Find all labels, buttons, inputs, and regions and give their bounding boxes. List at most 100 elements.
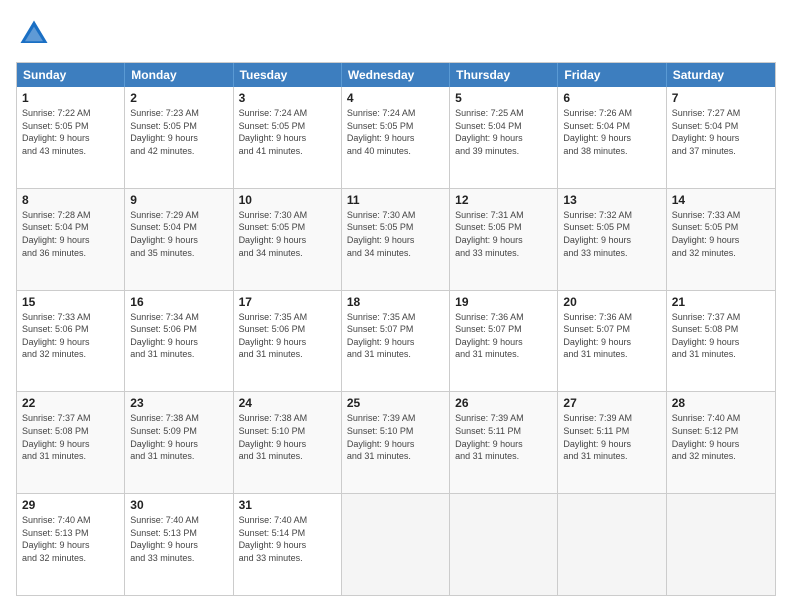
day-info: Sunrise: 7:35 AMSunset: 5:07 PMDaylight:… xyxy=(347,311,444,361)
day-cell-6: 6 Sunrise: 7:26 AMSunset: 5:04 PMDaylight… xyxy=(558,87,666,188)
day-cell-10: 10 Sunrise: 7:30 AMSunset: 5:05 PMDayligh… xyxy=(234,189,342,290)
day-cell-3: 3Sunrise: 7:24 AMSunset: 5:05 PMDaylight… xyxy=(234,87,342,188)
day-info: Sunrise: 7:35 AMSunset: 5:06 PMDaylight:… xyxy=(239,311,336,361)
day-number: 30 xyxy=(130,498,227,512)
day-info: Sunrise: 7:40 AMSunset: 5:14 PMDaylight:… xyxy=(239,514,336,564)
day-info: Sunrise: 7:38 AMSunset: 5:09 PMDaylight:… xyxy=(130,412,227,462)
day-info: Sunrise: 7:40 AMSunset: 5:13 PMDaylight:… xyxy=(22,514,119,564)
day-cell-8: 8Sunrise: 7:28 AMSunset: 5:04 PMDaylight… xyxy=(17,189,125,290)
day-info: Sunrise: 7:33 AMSunset: 5:06 PMDaylight:… xyxy=(22,311,119,361)
day-cell-19: 19 Sunrise: 7:36 AMSunset: 5:07 PMDayligh… xyxy=(450,291,558,392)
day-number: 13 xyxy=(563,193,660,207)
day-info: Sunrise: 7:30 AMSunset: 5:05 PMDaylight:… xyxy=(239,209,336,259)
day-number: 5 xyxy=(455,91,552,105)
day-cell-11: 11 Sunrise: 7:30 AMSunset: 5:05 PMDayligh… xyxy=(342,189,450,290)
logo-icon xyxy=(16,16,52,52)
empty-cell xyxy=(667,494,775,595)
day-cell-22: 22 Sunrise: 7:37 AMSunset: 5:08 PMDayligh… xyxy=(17,392,125,493)
calendar-row-2: 15 Sunrise: 7:33 AMSunset: 5:06 PMDayligh… xyxy=(17,290,775,392)
day-info: Sunrise: 7:36 AMSunset: 5:07 PMDaylight:… xyxy=(563,311,660,361)
day-info: Sunrise: 7:40 AMSunset: 5:13 PMDaylight:… xyxy=(130,514,227,564)
day-info: Sunrise: 7:23 AMSunset: 5:05 PMDaylight:… xyxy=(130,107,227,157)
day-number: 20 xyxy=(563,295,660,309)
day-number: 11 xyxy=(347,193,444,207)
day-number: 24 xyxy=(239,396,336,410)
day-info: Sunrise: 7:39 AMSunset: 5:11 PMDaylight:… xyxy=(563,412,660,462)
day-number: 9 xyxy=(130,193,227,207)
day-number: 8 xyxy=(22,193,119,207)
header-day-wednesday: Wednesday xyxy=(342,63,450,87)
day-number: 3 xyxy=(239,91,336,105)
day-cell-25: 25 Sunrise: 7:39 AMSunset: 5:10 PMDayligh… xyxy=(342,392,450,493)
day-number: 29 xyxy=(22,498,119,512)
day-cell-4: 4Sunrise: 7:24 AMSunset: 5:05 PMDaylight… xyxy=(342,87,450,188)
day-cell-28: 28Sunrise: 7:40 AMSunset: 5:12 PMDayligh… xyxy=(667,392,775,493)
day-number: 21 xyxy=(672,295,770,309)
day-cell-18: 18 Sunrise: 7:35 AMSunset: 5:07 PMDayligh… xyxy=(342,291,450,392)
day-number: 10 xyxy=(239,193,336,207)
header-day-tuesday: Tuesday xyxy=(234,63,342,87)
day-cell-20: 20 Sunrise: 7:36 AMSunset: 5:07 PMDayligh… xyxy=(558,291,666,392)
day-cell-17: 17Sunrise: 7:35 AMSunset: 5:06 PMDayligh… xyxy=(234,291,342,392)
day-number: 19 xyxy=(455,295,552,309)
day-info: Sunrise: 7:38 AMSunset: 5:10 PMDaylight:… xyxy=(239,412,336,462)
day-info: Sunrise: 7:29 AMSunset: 5:04 PMDaylight:… xyxy=(130,209,227,259)
day-number: 14 xyxy=(672,193,770,207)
day-number: 1 xyxy=(22,91,119,105)
day-number: 2 xyxy=(130,91,227,105)
day-cell-5: 5 Sunrise: 7:25 AMSunset: 5:04 PMDaylight… xyxy=(450,87,558,188)
calendar-body: 1 Sunrise: 7:22 AMSunset: 5:05 PMDaylight… xyxy=(17,87,775,595)
day-cell-7: 7Sunrise: 7:27 AMSunset: 5:04 PMDaylight… xyxy=(667,87,775,188)
day-cell-16: 16 Sunrise: 7:34 AMSunset: 5:06 PMDayligh… xyxy=(125,291,233,392)
day-info: Sunrise: 7:31 AMSunset: 5:05 PMDaylight:… xyxy=(455,209,552,259)
day-number: 4 xyxy=(347,91,444,105)
day-number: 31 xyxy=(239,498,336,512)
calendar-row-1: 8Sunrise: 7:28 AMSunset: 5:04 PMDaylight… xyxy=(17,188,775,290)
day-cell-21: 21 Sunrise: 7:37 AMSunset: 5:08 PMDayligh… xyxy=(667,291,775,392)
header-day-sunday: Sunday xyxy=(17,63,125,87)
day-info: Sunrise: 7:26 AMSunset: 5:04 PMDaylight:… xyxy=(563,107,660,157)
logo xyxy=(16,16,56,52)
header-day-thursday: Thursday xyxy=(450,63,558,87)
day-info: Sunrise: 7:37 AMSunset: 5:08 PMDaylight:… xyxy=(22,412,119,462)
day-info: Sunrise: 7:34 AMSunset: 5:06 PMDaylight:… xyxy=(130,311,227,361)
day-cell-23: 23 Sunrise: 7:38 AMSunset: 5:09 PMDayligh… xyxy=(125,392,233,493)
day-cell-27: 27 Sunrise: 7:39 AMSunset: 5:11 PMDayligh… xyxy=(558,392,666,493)
calendar-row-3: 22 Sunrise: 7:37 AMSunset: 5:08 PMDayligh… xyxy=(17,391,775,493)
day-info: Sunrise: 7:39 AMSunset: 5:10 PMDaylight:… xyxy=(347,412,444,462)
day-number: 16 xyxy=(130,295,227,309)
day-number: 27 xyxy=(563,396,660,410)
day-info: Sunrise: 7:36 AMSunset: 5:07 PMDaylight:… xyxy=(455,311,552,361)
day-info: Sunrise: 7:22 AMSunset: 5:05 PMDaylight:… xyxy=(22,107,119,157)
day-info: Sunrise: 7:37 AMSunset: 5:08 PMDaylight:… xyxy=(672,311,770,361)
day-cell-24: 24 Sunrise: 7:38 AMSunset: 5:10 PMDayligh… xyxy=(234,392,342,493)
day-number: 23 xyxy=(130,396,227,410)
day-number: 18 xyxy=(347,295,444,309)
day-number: 15 xyxy=(22,295,119,309)
day-info: Sunrise: 7:25 AMSunset: 5:04 PMDaylight:… xyxy=(455,107,552,157)
calendar-row-0: 1 Sunrise: 7:22 AMSunset: 5:05 PMDaylight… xyxy=(17,87,775,188)
header-day-saturday: Saturday xyxy=(667,63,775,87)
header-day-monday: Monday xyxy=(125,63,233,87)
day-cell-30: 30 Sunrise: 7:40 AMSunset: 5:13 PMDayligh… xyxy=(125,494,233,595)
day-cell-13: 13 Sunrise: 7:32 AMSunset: 5:05 PMDayligh… xyxy=(558,189,666,290)
day-info: Sunrise: 7:30 AMSunset: 5:05 PMDaylight:… xyxy=(347,209,444,259)
day-cell-14: 14 Sunrise: 7:33 AMSunset: 5:05 PMDayligh… xyxy=(667,189,775,290)
day-cell-15: 15 Sunrise: 7:33 AMSunset: 5:06 PMDayligh… xyxy=(17,291,125,392)
day-cell-31: 31 Sunrise: 7:40 AMSunset: 5:14 PMDayligh… xyxy=(234,494,342,595)
day-cell-12: 12Sunrise: 7:31 AMSunset: 5:05 PMDayligh… xyxy=(450,189,558,290)
day-number: 25 xyxy=(347,396,444,410)
calendar-header: SundayMondayTuesdayWednesdayThursdayFrid… xyxy=(17,63,775,87)
day-cell-29: 29 Sunrise: 7:40 AMSunset: 5:13 PMDayligh… xyxy=(17,494,125,595)
day-info: Sunrise: 7:32 AMSunset: 5:05 PMDaylight:… xyxy=(563,209,660,259)
day-info: Sunrise: 7:27 AMSunset: 5:04 PMDaylight:… xyxy=(672,107,770,157)
day-number: 6 xyxy=(563,91,660,105)
header xyxy=(16,16,776,52)
page: SundayMondayTuesdayWednesdayThursdayFrid… xyxy=(0,0,792,612)
empty-cell xyxy=(558,494,666,595)
day-info: Sunrise: 7:39 AMSunset: 5:11 PMDaylight:… xyxy=(455,412,552,462)
day-number: 22 xyxy=(22,396,119,410)
day-cell-9: 9 Sunrise: 7:29 AMSunset: 5:04 PMDaylight… xyxy=(125,189,233,290)
header-day-friday: Friday xyxy=(558,63,666,87)
day-info: Sunrise: 7:33 AMSunset: 5:05 PMDaylight:… xyxy=(672,209,770,259)
